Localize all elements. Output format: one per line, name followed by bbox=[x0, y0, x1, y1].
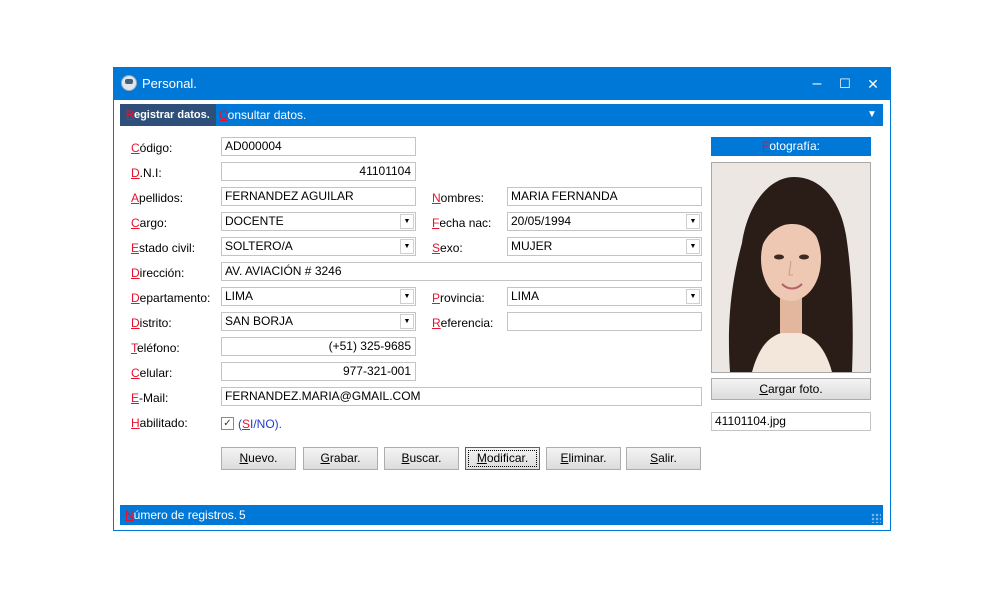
habilitado-checkbox[interactable]: ✓ bbox=[221, 417, 234, 430]
distrito-value: SAN BORJA bbox=[225, 314, 294, 328]
apellidos-label: Apellidos: bbox=[131, 191, 184, 205]
tab-consultar-datos[interactable]: Consultar datos. bbox=[213, 104, 312, 126]
tab-hotkey: C bbox=[219, 108, 228, 122]
tab-registrar-datos[interactable]: Registrar datos. bbox=[120, 104, 216, 126]
departamento-label: Departamento: bbox=[131, 291, 211, 305]
dni-label: D.N.I: bbox=[131, 166, 162, 180]
distrito-label: Distrito: bbox=[131, 316, 172, 330]
nombres-label: Nombres: bbox=[432, 191, 485, 205]
minimize-button[interactable]: – bbox=[802, 68, 832, 100]
direccion-input[interactable]: AV. AVIACIÓN # 3246 bbox=[221, 262, 702, 281]
menu-dropdown-icon[interactable]: ▼ bbox=[864, 104, 880, 126]
sexo-value: MUJER bbox=[511, 239, 553, 253]
provincia-label: Provincia: bbox=[432, 291, 485, 305]
maximize-button[interactable]: ☐ bbox=[830, 68, 860, 100]
employee-photo bbox=[711, 162, 871, 373]
chevron-down-icon[interactable]: ▼ bbox=[400, 314, 414, 329]
chevron-down-icon[interactable]: ▼ bbox=[686, 214, 700, 229]
habilitado-label: Habilitado: bbox=[131, 416, 188, 430]
estado-civil-value: SOLTERO/A bbox=[225, 239, 293, 253]
status-bar: Número de registros. 5 bbox=[120, 505, 883, 525]
provincia-select[interactable]: LIMA ▼ bbox=[507, 287, 702, 306]
record-count-value: 5 bbox=[239, 508, 246, 522]
habilitado-option-label[interactable]: (SI/NO). bbox=[238, 417, 282, 431]
close-button[interactable]: ✕ bbox=[858, 68, 888, 100]
telefono-input[interactable]: (+51) 325-9685 bbox=[221, 337, 416, 356]
cargo-value: DOCENTE bbox=[225, 214, 284, 228]
nuevo-button[interactable]: Nuevo. bbox=[221, 447, 296, 470]
direccion-label: Dirección: bbox=[131, 266, 185, 280]
referencia-input[interactable] bbox=[507, 312, 702, 331]
modificar-button[interactable]: Modificar. bbox=[465, 447, 540, 470]
record-count-label: Número de registros. bbox=[125, 508, 238, 522]
menu-bar: Registrar datos. Consultar datos. ▼ bbox=[120, 104, 883, 126]
tab-hotkey: R bbox=[126, 109, 134, 121]
departamento-select[interactable]: LIMA ▼ bbox=[221, 287, 416, 306]
chevron-down-icon[interactable]: ▼ bbox=[400, 239, 414, 254]
resize-grip-icon[interactable] bbox=[871, 513, 881, 523]
sexo-label: Sexo: bbox=[432, 241, 463, 255]
referencia-label: Referencia: bbox=[432, 316, 494, 330]
fecha-nac-picker[interactable]: 20/05/1994 ▼ bbox=[507, 212, 702, 231]
estado-civil-select[interactable]: SOLTERO/A ▼ bbox=[221, 237, 416, 256]
cargo-label: Cargo: bbox=[131, 216, 168, 230]
window-title: Personal. bbox=[142, 76, 197, 91]
dni-input[interactable]: 41101104 bbox=[221, 162, 416, 181]
chevron-down-icon[interactable]: ▼ bbox=[686, 289, 700, 304]
nombres-input[interactable]: MARIA FERNANDA bbox=[507, 187, 702, 206]
grabar-button[interactable]: Grabar. bbox=[303, 447, 378, 470]
celular-label: Celular: bbox=[131, 366, 173, 380]
portrait-image bbox=[712, 163, 870, 372]
app-icon bbox=[121, 75, 137, 91]
codigo-input[interactable]: AD000004 bbox=[221, 137, 416, 156]
chevron-down-icon[interactable]: ▼ bbox=[400, 214, 414, 229]
buscar-button[interactable]: Buscar. bbox=[384, 447, 459, 470]
fotografia-header: Fotografía: bbox=[711, 137, 871, 156]
email-input[interactable]: FERNANDEZ.MARIA@GMAIL.COM bbox=[221, 387, 702, 406]
sexo-select[interactable]: MUJER ▼ bbox=[507, 237, 702, 256]
departamento-value: LIMA bbox=[225, 289, 254, 303]
celular-input[interactable]: 977-321-001 bbox=[221, 362, 416, 381]
email-label: E-Mail: bbox=[131, 391, 169, 405]
fecha-nac-value: 20/05/1994 bbox=[511, 214, 572, 228]
title-bar[interactable]: Personal. – ☐ ✕ bbox=[114, 68, 890, 100]
tab-label: egistrar datos. bbox=[133, 109, 210, 121]
chevron-down-icon[interactable]: ▼ bbox=[686, 239, 700, 254]
estado-civil-label: Estado civil: bbox=[131, 241, 196, 255]
chevron-down-icon[interactable]: ▼ bbox=[400, 289, 414, 304]
salir-button[interactable]: Salir. bbox=[626, 447, 701, 470]
apellidos-input[interactable]: FERNANDEZ AGUILAR bbox=[221, 187, 416, 206]
distrito-select[interactable]: SAN BORJA ▼ bbox=[221, 312, 416, 331]
fecha-nac-label: Fecha nac: bbox=[432, 216, 492, 230]
eliminar-button[interactable]: Eliminar. bbox=[546, 447, 621, 470]
codigo-label: Código: bbox=[131, 141, 173, 155]
telefono-label: Teléfono: bbox=[131, 341, 180, 355]
cargar-foto-button[interactable]: Cargar foto. bbox=[711, 378, 871, 400]
tab-label: onsultar datos. bbox=[227, 108, 307, 122]
personal-window: Personal. – ☐ ✕ Registrar datos. Consult… bbox=[113, 67, 891, 531]
cargo-select[interactable]: DOCENTE ▼ bbox=[221, 212, 416, 231]
photo-filename-input[interactable]: 41101104.jpg bbox=[711, 412, 871, 431]
provincia-value: LIMA bbox=[511, 289, 540, 303]
